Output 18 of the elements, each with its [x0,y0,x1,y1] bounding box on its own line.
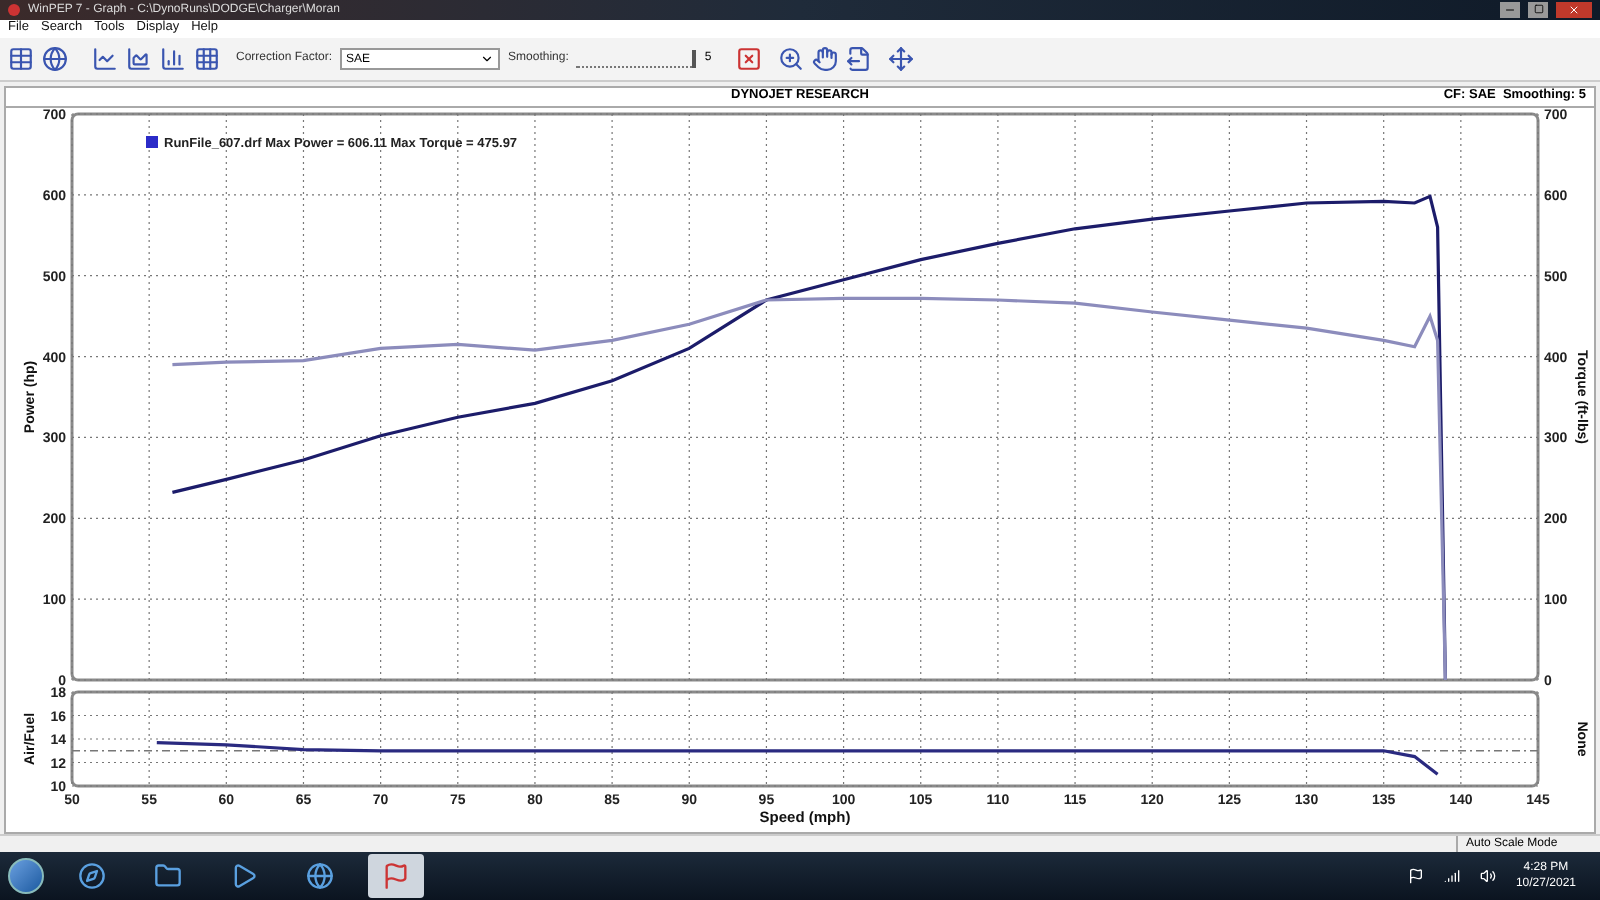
close-icon [1568,3,1580,16]
export-icon[interactable] [845,46,872,73]
zoom-icon[interactable] [777,46,804,73]
maximize-button[interactable] [1528,1,1548,18]
flag-icon [1407,867,1424,884]
delete-icon[interactable] [735,46,762,73]
smoothing-slider-thumb[interactable] [692,50,697,69]
start-button[interactable] [8,857,44,894]
volume-icon [1479,867,1496,884]
app-icon [8,3,20,16]
move-icon[interactable] [887,46,914,73]
close-button[interactable] [1556,1,1592,18]
taskbar-app-icon[interactable] [368,853,424,898]
minimize-icon [1504,3,1516,16]
minimize-button[interactable] [1500,1,1520,18]
maximize-icon [1533,4,1543,15]
hand-icon[interactable] [811,46,838,73]
network-icon [1443,867,1460,884]
